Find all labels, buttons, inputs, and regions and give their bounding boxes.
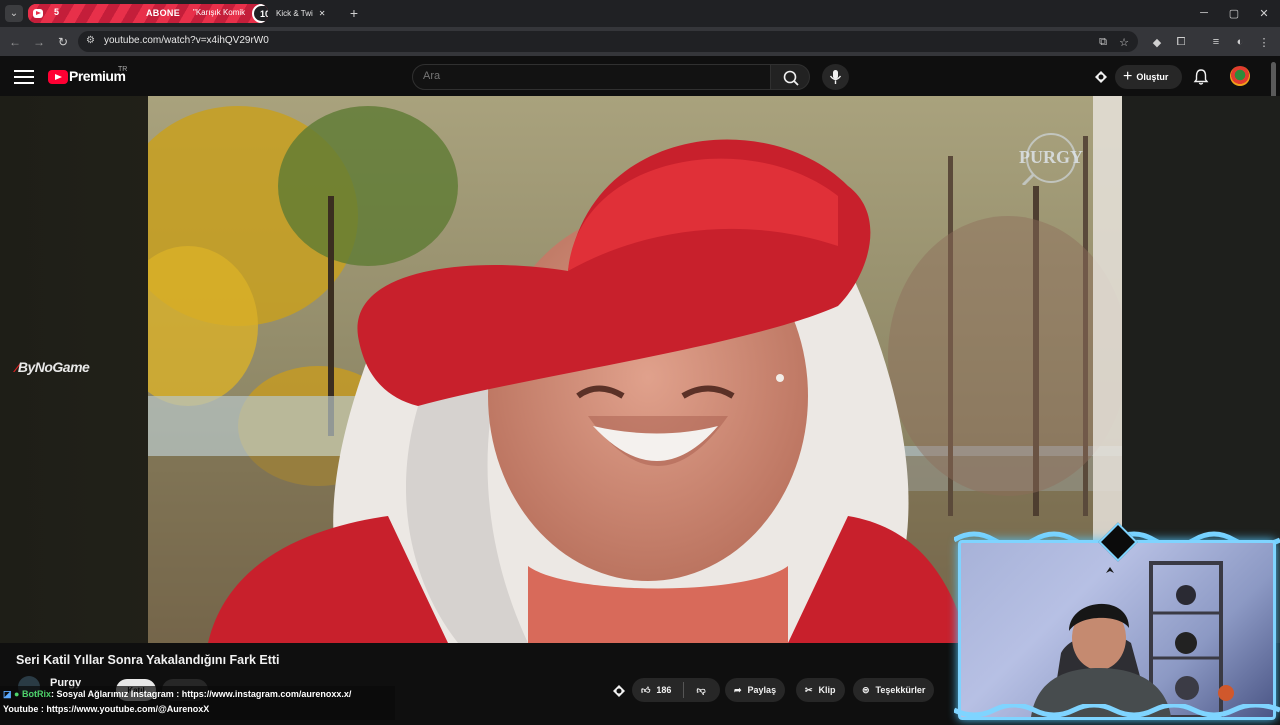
search-box[interactable] [412, 64, 771, 90]
search-button[interactable] [770, 64, 810, 90]
youtube-favicon-icon [33, 9, 43, 18]
install-app-icon[interactable]: ⧉ [1095, 34, 1111, 50]
thanks-label: Teşekkürler [875, 685, 926, 695]
dislike-thumb-icon[interactable]: 👎︎ [696, 685, 705, 696]
minimize-button[interactable]: ─ [1190, 4, 1218, 22]
chat-text: Youtube : https://www.youtube.com/@Auren… [3, 704, 210, 714]
url-text: youtube.com/watch?v=x4ihQV29rW0 [104, 35, 269, 46]
sponsor-logo: ⁄ByNoGame [16, 359, 90, 375]
plus-icon: + [1123, 68, 1133, 85]
watermark-text: PURGY [1019, 147, 1083, 167]
chat-username: BotRix [21, 689, 51, 699]
bookmark-star-icon[interactable]: ☆ [1116, 34, 1132, 50]
forward-arrow-icon[interactable]: → [30, 33, 48, 51]
tab-title: Kick & Twi [276, 9, 313, 18]
tab-title: "Karışık Komik [193, 8, 246, 17]
create-label: Oluştur [1136, 72, 1169, 82]
sponsor-text: ByNoGame [17, 359, 90, 375]
share-button[interactable]: ➦ Paylaş [725, 678, 786, 702]
search-icon [783, 70, 799, 86]
chat-text: Sosyal Ağlarımız Instagram : https://www… [56, 689, 352, 699]
share-arrow-icon: ➦ [734, 684, 742, 695]
thanks-dollar-icon: ⊜ [862, 684, 870, 695]
new-tab-button[interactable]: + [345, 4, 363, 22]
maximize-button[interactable]: ▢ [1220, 4, 1248, 22]
purgy-watermark: PURGY [1013, 131, 1089, 187]
streamer-webcam [958, 540, 1276, 720]
search-input[interactable] [423, 70, 753, 82]
url-field[interactable]: ⚙ youtube.com/watch?v=x4ihQV29rW0 [78, 31, 1138, 52]
extensions-puzzle-icon[interactable]: ⧠ [1173, 34, 1189, 50]
thanks-button[interactable]: ⊜ Teşekkürler [853, 678, 935, 702]
cast-sparkle-icon[interactable] [1092, 68, 1110, 86]
webcam-image [1031, 561, 1234, 717]
close-tab-icon[interactable]: ✕ [319, 9, 326, 18]
reload-icon[interactable]: ↻ [54, 33, 72, 51]
voice-search-button[interactable] [822, 64, 849, 90]
clip-button[interactable]: ✂ Klip [796, 678, 845, 702]
browser-tab-bar: ⌄ 5 ABONE "Karışık Komik 10 Kick & Twi ✕… [0, 0, 1280, 27]
profile-icon[interactable]: ◐ [1232, 34, 1248, 50]
tab-subscribe-banner: ABONE [146, 8, 181, 18]
youtube-premium-label[interactable]: Premium [69, 68, 126, 84]
create-button[interactable]: + Oluştur [1115, 65, 1182, 89]
divider [683, 682, 685, 698]
scissors-icon: ✂ [805, 684, 813, 695]
close-window-button[interactable]: ✕ [1250, 4, 1278, 22]
youtube-logo-icon[interactable] [48, 70, 68, 84]
browser-tab-kick[interactable]: Kick & Twi ✕ [270, 4, 336, 23]
region-code: TR [118, 66, 128, 73]
back-arrow-icon[interactable]: ← [6, 33, 24, 51]
clip-label: Klip [818, 685, 836, 695]
browser-menu-icon[interactable]: ⋮ [1256, 34, 1272, 50]
verified-badge-icon: ● [14, 689, 20, 699]
extension-diamond-icon[interactable]: ◆ [1149, 34, 1165, 50]
hamburger-menu-icon[interactable] [14, 70, 34, 84]
ask-ai-sparkle-icon[interactable] [609, 681, 629, 701]
video-title: Seri Katil Yıllar Sonra Yakalandığını Fa… [16, 653, 280, 667]
like-thumb-icon[interactable]: 👍︎ [641, 685, 650, 696]
chat-message: ◪ ● BotRix: Sosyal Ağlarımız Instagram :… [3, 689, 351, 700]
notifications-bell-icon[interactable] [1192, 68, 1210, 86]
share-label: Paylaş [747, 685, 777, 695]
tab-alert-number: 5 [54, 7, 60, 17]
browser-tab-youtube[interactable]: 5 ABONE "Karışık Komik 10 [28, 4, 268, 23]
kick-badge-icon: ◪ [3, 689, 12, 699]
chat-separator: : [50, 689, 54, 699]
like-count[interactable]: 186 [656, 685, 671, 695]
media-queue-icon[interactable]: ≡ [1208, 34, 1224, 50]
chat-message: Youtube : https://www.youtube.com/@Auren… [3, 704, 209, 714]
tab-search-dropdown[interactable]: ⌄ [5, 5, 23, 22]
account-avatar[interactable] [1230, 66, 1250, 86]
webcam-frame-wave-bottom [952, 702, 1280, 720]
like-dislike-group: 👍︎ 186 👎︎ [632, 678, 720, 702]
site-settings-icon[interactable]: ⚙ [86, 35, 98, 47]
tab-count-badge: 10 [252, 4, 268, 23]
microphone-icon [829, 70, 842, 84]
